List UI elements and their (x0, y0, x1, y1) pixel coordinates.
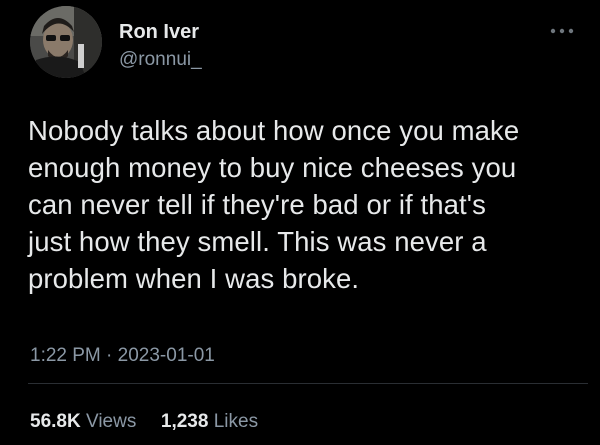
timestamp-separator: · (106, 345, 113, 366)
avatar-image (30, 6, 102, 78)
likes-stat[interactable]: 1,238 Likes (161, 411, 258, 432)
likes-label: Likes (213, 411, 259, 432)
tweet-time: 1:22 PM (30, 345, 101, 366)
tweet: Ron Iver @ronnui_ Nobody talks about how… (0, 0, 600, 445)
user-names: Ron Iver @ronnui_ (119, 20, 202, 72)
divider (28, 383, 588, 384)
views-label: Views (85, 411, 137, 432)
tweet-text: Nobody talks about how once you make eno… (28, 115, 520, 294)
tweet-timestamp[interactable]: 1:22 PM · 2023-01-01 (30, 345, 215, 367)
tweet-stats: 56.8K Views 1,238 Likes (30, 411, 258, 433)
tweet-header: Ron Iver @ronnui_ (30, 6, 575, 84)
user-handle[interactable]: @ronnui_ (119, 48, 202, 72)
more-icon-glyph (550, 28, 574, 34)
views-count: 56.8K (30, 411, 81, 432)
likes-count: 1,238 (160, 411, 209, 432)
more-icon[interactable] (549, 24, 575, 38)
tweet-date: 2023-01-01 (117, 345, 215, 366)
display-name[interactable]: Ron Iver (119, 20, 202, 44)
views-stat[interactable]: 56.8K Views (30, 411, 142, 432)
avatar[interactable] (30, 6, 102, 78)
